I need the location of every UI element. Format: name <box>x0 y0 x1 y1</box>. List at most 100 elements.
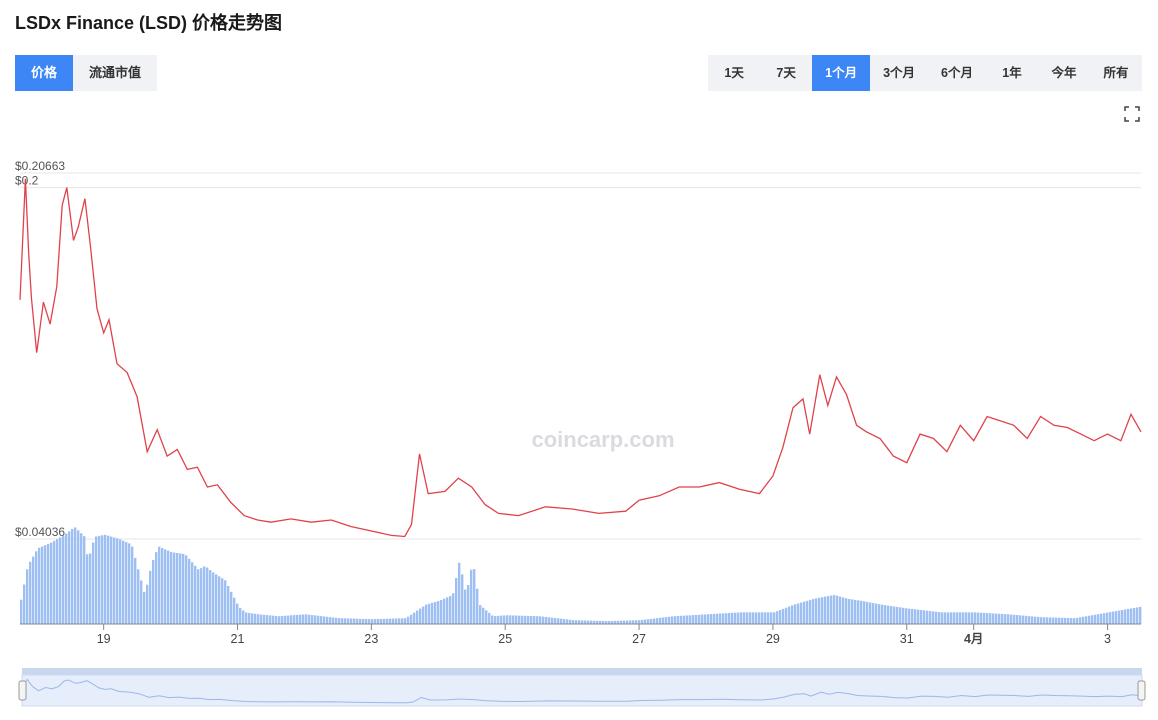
volume-bar <box>86 554 89 624</box>
volume-bar <box>20 599 23 624</box>
volume-bar <box>845 598 848 624</box>
volume-bar <box>1124 609 1127 624</box>
volume-bar <box>1058 617 1061 624</box>
volume-bar <box>485 610 488 624</box>
volume-bar <box>575 620 578 624</box>
volume-bar <box>698 614 701 624</box>
volume-bar <box>818 597 821 624</box>
volume-bar <box>977 612 980 624</box>
volume-bar <box>344 618 347 624</box>
volume-bar <box>1133 607 1136 624</box>
volume-bar <box>386 618 389 624</box>
volume-bar <box>293 615 296 624</box>
volume-bar <box>1088 615 1091 624</box>
volume-bar <box>407 616 410 624</box>
volume-bar <box>530 615 533 624</box>
volume-bar <box>74 527 77 624</box>
volume-bar <box>803 601 806 624</box>
volume-bar <box>302 614 305 624</box>
volume-bar <box>656 618 659 624</box>
volume-bar <box>671 616 674 624</box>
volume-bar <box>257 614 260 624</box>
volume-bar <box>278 616 281 624</box>
volume-bar <box>863 601 866 624</box>
volume-bar <box>992 613 995 624</box>
volume-bar <box>821 597 824 624</box>
volume-bar <box>908 608 911 624</box>
volume-bar <box>134 557 137 624</box>
volume-bar <box>830 595 833 624</box>
volume-bar <box>233 597 236 624</box>
volume-bar <box>266 615 269 624</box>
volume-bar <box>473 569 476 624</box>
volume-bar <box>971 612 974 624</box>
volume-bar <box>365 618 368 624</box>
volume-bar <box>299 614 302 624</box>
volume-bar <box>896 606 899 624</box>
volume-bar <box>521 615 524 624</box>
volume-bar <box>1022 615 1025 624</box>
volume-bar <box>362 618 365 624</box>
volume-bar <box>431 602 434 624</box>
volume-bar <box>512 615 515 624</box>
volume-bar <box>437 601 440 624</box>
y-axis-label: $0.20663 <box>15 159 65 173</box>
volume-bar <box>35 551 38 624</box>
volume-bar <box>389 618 392 624</box>
x-tick-label: 23 <box>364 632 378 646</box>
volume-bar <box>377 618 380 624</box>
volume-bar <box>551 617 554 624</box>
volume-bar <box>371 619 374 624</box>
volume-bar <box>347 618 350 624</box>
volume-bar <box>806 600 809 624</box>
volume-bar <box>56 539 59 624</box>
volume-bar <box>488 612 491 624</box>
volume-bar <box>191 562 194 624</box>
navigator[interactable] <box>18 668 1146 707</box>
volume-bar <box>827 596 830 624</box>
volume-bar <box>1025 615 1028 624</box>
volume-bar <box>689 615 692 624</box>
navigator-scrollbar[interactable] <box>22 668 1142 675</box>
volume-bar <box>368 619 371 624</box>
volume-bar <box>998 613 1001 624</box>
volume-bar <box>545 616 548 624</box>
volume-bar <box>260 614 263 624</box>
volume-bar <box>587 620 590 624</box>
volume-bar <box>374 619 377 624</box>
volume-bar <box>944 612 947 624</box>
volume-bar <box>914 609 917 624</box>
volume-bar <box>647 619 650 624</box>
volume-bar <box>965 612 968 624</box>
volume-bar <box>626 620 629 624</box>
volume-bar <box>947 612 950 624</box>
volume-bar <box>791 605 794 624</box>
volume-bar <box>800 602 803 624</box>
volume-bar <box>443 598 446 624</box>
volume-bar <box>470 569 473 624</box>
volume-bar <box>1100 613 1103 624</box>
volume-bar <box>212 572 215 624</box>
volume-bar <box>215 574 218 624</box>
volume-bar <box>1034 616 1037 624</box>
volume-bar <box>221 578 224 624</box>
volume-bar <box>707 614 710 624</box>
volume-bar <box>518 615 521 624</box>
volume-bar <box>236 603 239 624</box>
volume-bar <box>335 617 338 624</box>
navigator-handle-right[interactable] <box>1137 680 1146 701</box>
volume-bar <box>629 620 632 624</box>
volume-bar <box>695 614 698 624</box>
volume-bar <box>83 536 86 624</box>
volume-bar <box>281 615 284 624</box>
volume-bar <box>197 569 200 624</box>
volume-bar <box>716 613 719 624</box>
volume-bar <box>680 615 683 624</box>
navigator-handle-left[interactable] <box>18 680 27 701</box>
volume-bar <box>329 617 332 624</box>
volume-bar <box>239 607 242 624</box>
volume-bar <box>797 603 800 624</box>
volume-bar <box>359 618 362 624</box>
x-tick-label: 29 <box>766 632 780 646</box>
volume-bar <box>1028 616 1031 624</box>
